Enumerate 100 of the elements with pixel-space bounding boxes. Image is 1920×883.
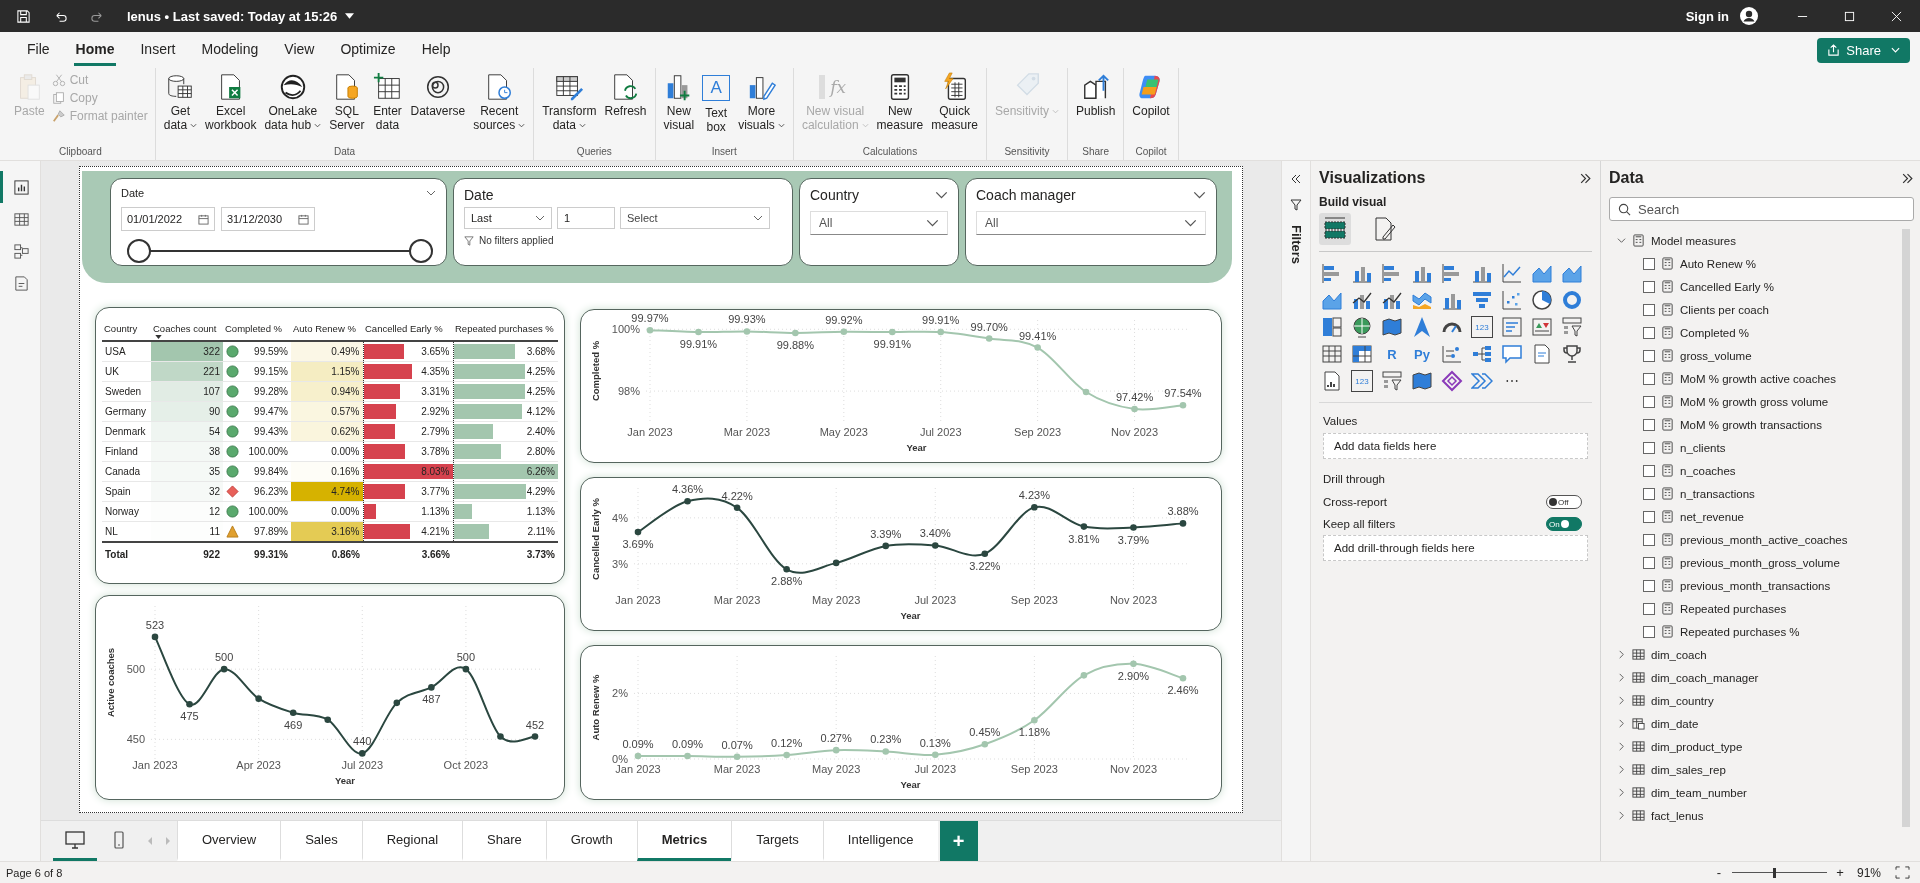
tree-item[interactable]: dim_product_type <box>1651 740 1743 753</box>
checkbox[interactable] <box>1643 625 1655 638</box>
tree-item[interactable]: dim_coach_manager <box>1651 671 1759 684</box>
tree-item[interactable]: Cancelled Early % <box>1680 280 1774 293</box>
collapse-icon[interactable] <box>1579 171 1592 185</box>
more-button[interactable]: ⋯ <box>1501 370 1523 392</box>
collapse-icon[interactable] <box>1901 171 1914 185</box>
tree-item[interactable]: dim_date <box>1651 717 1699 730</box>
column-header[interactable]: Repeated purchases % <box>455 323 554 334</box>
page-tab[interactable]: Regional <box>361 821 463 861</box>
tree-item[interactable]: n_clients <box>1680 441 1726 454</box>
pane-title[interactable]: Filters <box>1288 225 1304 264</box>
checkbox[interactable] <box>1643 441 1655 454</box>
chevron-icon[interactable] <box>1617 811 1626 820</box>
unit-dropdown[interactable]: Select <box>620 207 770 229</box>
column-header[interactable]: Coaches count <box>153 323 217 334</box>
arrow-icon[interactable] <box>1411 316 1433 338</box>
maximize-icon[interactable] <box>1844 10 1855 22</box>
menu-tab[interactable]: Help <box>419 34 453 66</box>
chevron-icon[interactable] <box>1617 742 1626 751</box>
zoom-in-button[interactable]: + <box>1832 865 1847 880</box>
menu-tab[interactable]: Modeling <box>199 34 261 66</box>
ribbon-button[interactable]: Dataverse <box>406 70 470 120</box>
page-tab[interactable]: Sales <box>280 821 362 861</box>
drop-zone[interactable]: Add data fields here <box>1323 433 1588 459</box>
ribbon-button[interactable]: Refresh <box>600 70 651 120</box>
checkbox[interactable] <box>1643 464 1655 477</box>
ribbon-button[interactable]: Publish <box>1072 70 1120 120</box>
sign-in-button[interactable]: Sign in <box>1685 8 1729 24</box>
save-icon[interactable] <box>16 8 31 24</box>
tree-item[interactable]: Model measures <box>1651 234 1736 247</box>
tree-item[interactable]: dim_coach <box>1651 648 1707 661</box>
date-field[interactable]: 01/01/2022 <box>121 207 215 231</box>
checkbox[interactable] <box>1643 395 1655 408</box>
caret-icon[interactable] <box>345 13 355 19</box>
ribbon-button[interactable]: Copilot <box>1128 70 1174 120</box>
checkbox[interactable] <box>1643 556 1655 569</box>
sort-icon[interactable] <box>155 335 162 339</box>
page-tab[interactable]: Intelligence <box>822 821 938 861</box>
drop-zone[interactable]: Add drill-through fields here <box>1323 535 1588 561</box>
column-header[interactable]: Country <box>104 323 138 334</box>
page-tab[interactable]: Targets <box>731 821 823 861</box>
ribbon-button[interactable]: Excel workbook <box>201 70 261 134</box>
range-slider-selection[interactable] <box>127 239 433 263</box>
slicer-icon[interactable] <box>1561 316 1583 338</box>
toggle-switch[interactable]: Off <box>1546 495 1582 509</box>
report-icon[interactable] <box>1321 370 1343 392</box>
chevron-icon[interactable] <box>426 190 436 196</box>
donut-chart-icon[interactable] <box>1561 289 1583 311</box>
ribbon-button[interactable]: More visuals <box>734 70 789 134</box>
slicer-dropdown[interactable]: All <box>976 211 1206 235</box>
tree-item[interactable]: MoM % growth transactions <box>1680 418 1822 431</box>
toggle-switch[interactable]: On <box>1546 517 1582 531</box>
tree-item[interactable]: fact_lenus <box>1651 809 1704 822</box>
chevron-icon[interactable] <box>1617 650 1626 659</box>
tree-item[interactable]: Auto Renew % <box>1680 257 1757 270</box>
chevron-icon[interactable] <box>1193 191 1206 199</box>
chevron-icon[interactable] <box>1617 236 1626 245</box>
chevron-icon[interactable] <box>1617 719 1626 728</box>
expand-icon[interactable] <box>1290 173 1302 185</box>
checkbox[interactable] <box>1643 418 1655 431</box>
map-icon[interactable] <box>1381 316 1403 338</box>
tree-item[interactable]: MoM % growth active coaches <box>1680 372 1836 385</box>
speech-bubble-icon[interactable] <box>1501 343 1523 365</box>
kpi-icon[interactable] <box>1531 316 1553 338</box>
slicer-dropdown[interactable]: All <box>810 211 948 235</box>
tree-item[interactable]: Completed % <box>1680 326 1750 339</box>
period-dropdown[interactable]: Last <box>464 207 552 229</box>
chevron-icon[interactable] <box>1617 673 1626 682</box>
tree-item[interactable]: Repeated purchases % <box>1680 625 1800 638</box>
chevron-icon[interactable] <box>1617 696 1626 705</box>
tree-item[interactable]: net_revenue <box>1680 510 1744 523</box>
line-chart-icon[interactable] <box>1501 262 1523 284</box>
tree-item[interactable]: previous_month_transactions <box>1680 579 1831 592</box>
menu-tab[interactable]: Home <box>73 34 117 66</box>
zoom-out-button[interactable]: - <box>1711 865 1726 880</box>
page-tab[interactable]: Growth <box>545 821 637 861</box>
treemap-icon[interactable] <box>1321 316 1343 338</box>
date-field[interactable]: 31/12/2030 <box>221 207 315 231</box>
search-field[interactable]: Search <box>1609 197 1914 221</box>
share-button[interactable]: Share <box>1817 37 1910 63</box>
ribbon-button[interactable]: Enter data <box>368 70 407 134</box>
ribbon-button[interactable]: SQL Server <box>325 70 369 134</box>
ribbon-button[interactable]: New visual <box>659 70 699 134</box>
add-page-button[interactable]: + <box>939 821 978 861</box>
trophy-icon[interactable] <box>1561 343 1583 365</box>
card-visual-icon[interactable]: 123 <box>1351 370 1373 392</box>
checkbox[interactable] <box>1643 349 1655 362</box>
checkbox[interactable] <box>1643 326 1655 339</box>
tree-item[interactable]: previous_month_active_coaches <box>1680 533 1848 546</box>
menu-tab[interactable]: Optimize <box>338 34 398 66</box>
globe-icon[interactable] <box>1351 316 1373 338</box>
fit-to-page-icon[interactable] <box>1895 866 1910 879</box>
calendar-icon[interactable] <box>298 213 309 225</box>
checkbox[interactable] <box>1643 257 1655 270</box>
tree-item[interactable]: gross_volume <box>1680 349 1752 362</box>
funnel-icon[interactable] <box>1471 289 1493 311</box>
tree-diagram-icon[interactable] <box>1471 343 1493 365</box>
map-icon[interactable] <box>1411 370 1433 392</box>
matrix-icon[interactable] <box>1351 343 1373 365</box>
